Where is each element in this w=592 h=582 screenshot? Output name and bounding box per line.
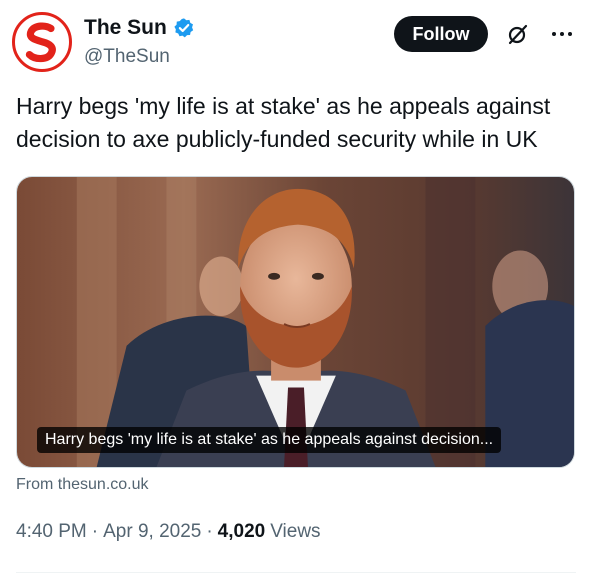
author-handle[interactable]: @TheSun (84, 46, 170, 68)
tweet-meta: 4:40 PM · Apr 9, 2025 · 4,020 Views (16, 521, 321, 543)
link-card[interactable]: Harry begs 'my life is at stake' as he a… (16, 176, 575, 468)
card-source-link[interactable]: From thesun.co.uk (16, 476, 149, 494)
author-display-name[interactable]: The Sun (84, 16, 167, 40)
meta-separator: · (91, 521, 99, 542)
tweet-date[interactable]: Apr 9, 2025 (103, 521, 201, 543)
card-image (17, 177, 574, 467)
verified-badge-icon (174, 18, 194, 38)
avatar[interactable] (12, 12, 72, 72)
tweet-text: Harry begs 'my life is at stake' as he a… (16, 93, 551, 152)
tweet-time[interactable]: 4:40 PM (16, 521, 87, 543)
views-label: Views (270, 521, 321, 542)
tweet: The Sun @TheSun Follow Harry begs 'my li… (0, 0, 592, 582)
author-name-row: The Sun (84, 16, 195, 40)
meta-separator: · (206, 521, 213, 542)
grok-icon[interactable] (506, 22, 530, 46)
the-sun-logo-icon (17, 17, 67, 67)
divider (16, 572, 576, 573)
card-caption: Harry begs 'my life is at stake' as he a… (37, 427, 502, 453)
views-count: 4,020 (217, 521, 266, 542)
more-icon[interactable] (550, 22, 574, 46)
follow-button[interactable]: Follow (394, 16, 488, 52)
